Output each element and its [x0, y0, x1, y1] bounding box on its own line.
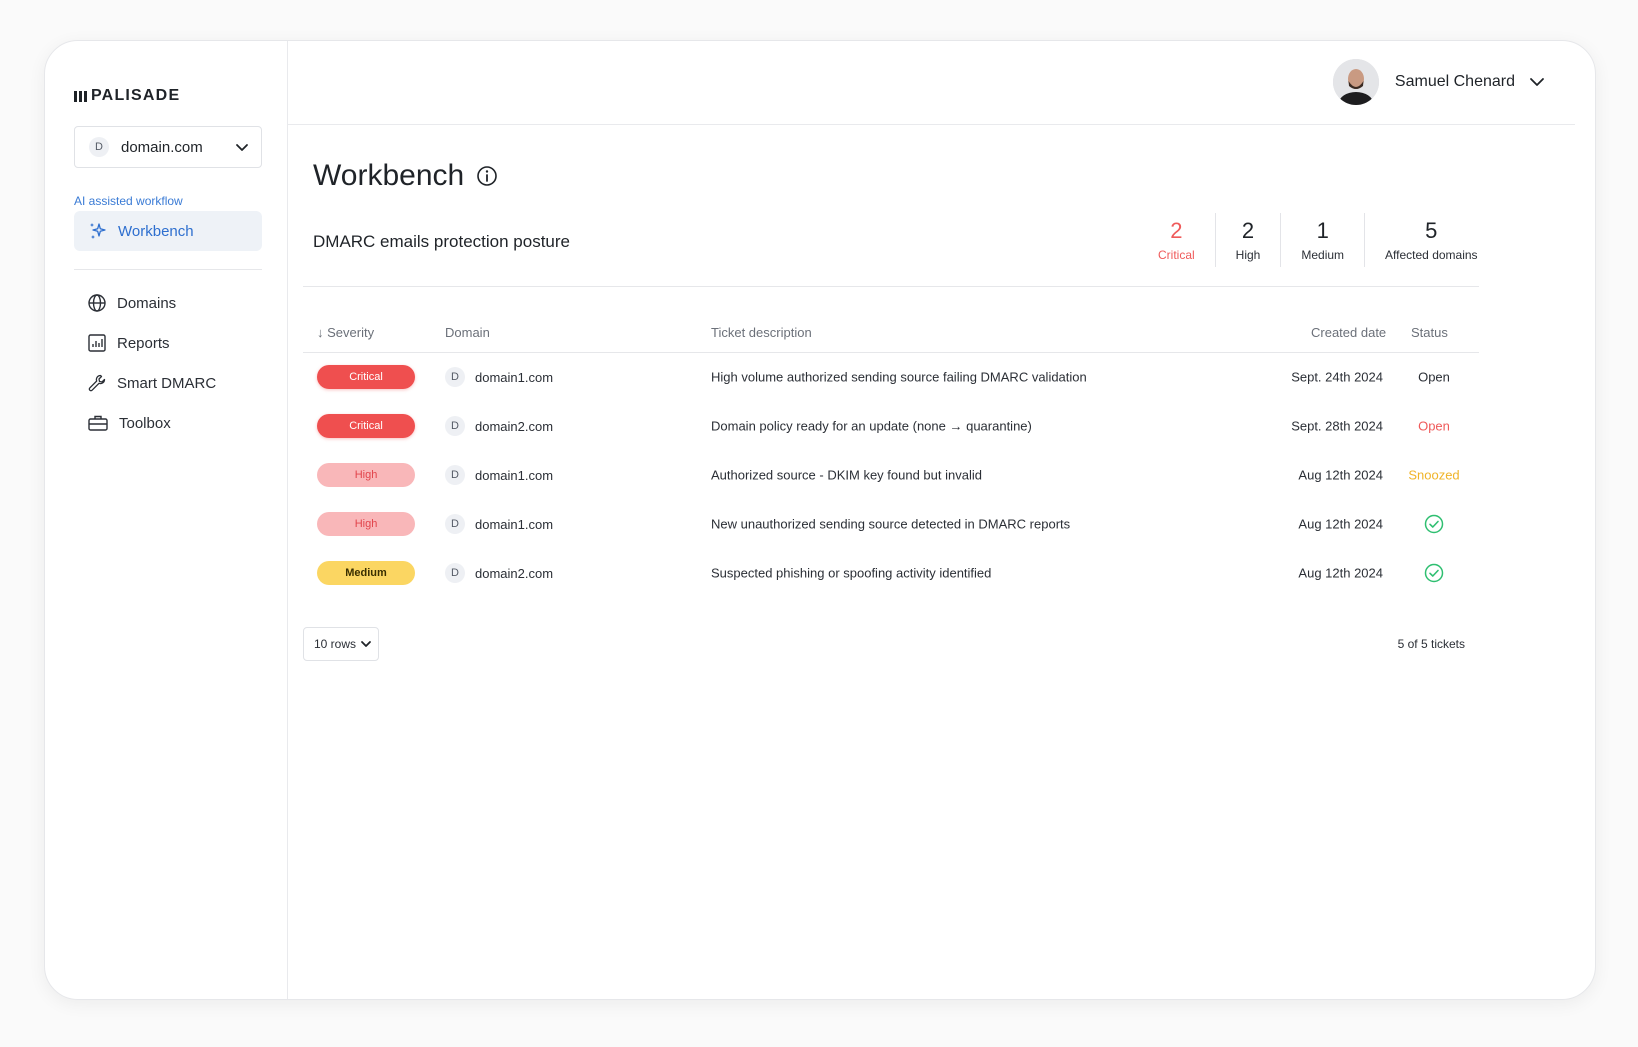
domain-avatar: D [445, 416, 465, 436]
column-header-description: Ticket description [711, 325, 812, 340]
logo-text: PALISADE [91, 87, 181, 104]
created-date: Aug 12th 2024 [1298, 467, 1383, 483]
posture-title: DMARC emails protection posture [313, 232, 570, 251]
column-header-created-date: Created date [1311, 325, 1387, 340]
stat-affected-domains: 5 Affected domains [1364, 213, 1498, 267]
check-circle-icon [1424, 563, 1444, 583]
domain-avatar: D [89, 137, 109, 157]
rows-per-page-select[interactable]: 10 rows [303, 627, 379, 661]
created-date: Aug 12th 2024 [1298, 516, 1383, 532]
stat-medium: 1 Medium [1280, 213, 1364, 267]
wrench-icon [88, 374, 106, 392]
domain-cell: D domain2.com [445, 563, 553, 583]
domain-cell: D domain1.com [445, 514, 553, 534]
column-header-domain: Domain [445, 325, 490, 340]
domain-cell: D domain1.com [445, 367, 553, 387]
sidebar-item-label: Workbench [118, 222, 194, 240]
ticket-description: New unauthorized sending source detected… [711, 516, 1071, 532]
stat-label: Critical [1158, 248, 1195, 262]
sidebar-item-domains[interactable]: Domains [87, 289, 176, 317]
stat-high: 2 High [1214, 213, 1281, 267]
domain-selector[interactable]: D domain.com [74, 126, 262, 168]
stat-value: 2 [1170, 218, 1183, 243]
ticket-count: 5 of 5 tickets [1397, 637, 1465, 651]
domain-cell: D domain2.com [445, 416, 553, 436]
info-icon[interactable] [476, 165, 498, 187]
domain-name: domain1.com [475, 369, 554, 385]
app-window: PALISADE D domain.com AI assisted workfl… [44, 40, 1596, 1000]
table-row[interactable]: High D domain1.com Authorized source - D… [303, 451, 1479, 499]
stat-critical: 2 Critical [1138, 213, 1215, 267]
chart-icon [88, 334, 106, 352]
sidebar-item-workbench[interactable]: Workbench [74, 211, 262, 251]
domain-avatar: D [445, 514, 465, 534]
status-badge: Open [1418, 369, 1450, 385]
stats-summary: 2 Critical 2 High 1 Medium 5 Affected do… [1138, 213, 1498, 267]
stat-label: High [1235, 248, 1261, 262]
stat-value: 1 [1316, 218, 1329, 243]
severity-badge: Critical [317, 414, 415, 438]
avatar [1332, 59, 1379, 105]
domain-selector-value: domain.com [121, 138, 203, 156]
status-badge: Open [1418, 418, 1450, 434]
sidebar: PALISADE D domain.com AI assisted workfl… [45, 41, 288, 999]
domain-avatar: D [445, 563, 465, 583]
sidebar-divider [74, 269, 262, 270]
ticket-description: High volume authorized sending source fa… [711, 369, 1087, 385]
chevron-down-icon [1530, 78, 1544, 86]
domain-name: domain1.com [475, 467, 554, 483]
ticket-description: Domain policy ready for an update (none … [711, 418, 1032, 434]
sidebar-item-reports[interactable]: Reports [87, 329, 170, 357]
stat-value: 2 [1241, 218, 1255, 243]
chevron-down-icon [236, 144, 248, 151]
table-row[interactable]: Medium D domain2.com Suspected phishing … [303, 549, 1479, 597]
domain-name: domain2.com [475, 565, 554, 581]
chevron-down-icon [361, 641, 371, 647]
sidebar-item-toolbox[interactable]: Toolbox [87, 409, 171, 437]
table-row[interactable]: Critical D domain2.com Domain policy rea… [303, 402, 1479, 450]
domain-avatar: D [445, 465, 465, 485]
stat-label: Medium [1301, 248, 1345, 262]
page-title-text: Workbench [313, 159, 465, 192]
domain-name: domain1.com [475, 516, 554, 532]
column-header-severity[interactable]: ↓ Severity [317, 325, 374, 340]
table-row[interactable]: High D domain1.com New unauthorized send… [303, 500, 1479, 548]
page-title: Workbench [313, 159, 498, 193]
severity-badge: High [317, 463, 415, 487]
user-name: Samuel Chenard [1394, 73, 1515, 90]
section-divider [303, 286, 1479, 287]
severity-badge: Medium [317, 561, 415, 585]
status-badge: Snoozed [1408, 467, 1460, 483]
severity-badge: High [317, 512, 415, 536]
created-date: Sept. 24th 2024 [1291, 369, 1383, 385]
domain-cell: D domain1.com [445, 465, 553, 485]
ticket-description: Authorized source - DKIM key found but i… [711, 467, 982, 483]
check-circle-icon [1424, 514, 1444, 534]
domain-avatar: D [445, 367, 465, 387]
sidebar-item-label: Domains [117, 294, 177, 312]
user-menu[interactable]: Samuel Chenard [1332, 59, 1545, 105]
top-bar: Samuel Chenard [288, 41, 1575, 125]
rows-per-page-value: 10 rows [314, 637, 357, 651]
severity-badge: Critical [317, 365, 415, 389]
created-date: Aug 12th 2024 [1298, 565, 1383, 581]
ticket-description: Suspected phishing or spoofing activity … [711, 565, 992, 581]
sidebar-item-smart-dmarc[interactable]: Smart DMARC [87, 369, 216, 397]
stat-value: 5 [1425, 218, 1438, 243]
globe-icon [88, 294, 106, 312]
section-label-ai-workflow: AI assisted workflow [74, 194, 183, 208]
column-header-status: Status [1411, 325, 1448, 340]
sidebar-item-label: Toolbox [119, 414, 171, 432]
toolbox-icon [88, 415, 108, 431]
stat-label: Affected domains [1385, 248, 1478, 262]
logo-mark-icon [74, 90, 87, 102]
logo: PALISADE [74, 87, 180, 105]
created-date: Sept. 28th 2024 [1291, 418, 1383, 434]
sidebar-item-label: Reports [117, 334, 170, 352]
domain-name: domain2.com [475, 418, 554, 434]
table-row[interactable]: Critical D domain1.com High volume autho… [303, 353, 1479, 401]
sidebar-item-label: Smart DMARC [117, 374, 217, 392]
sparkles-icon [90, 223, 106, 239]
